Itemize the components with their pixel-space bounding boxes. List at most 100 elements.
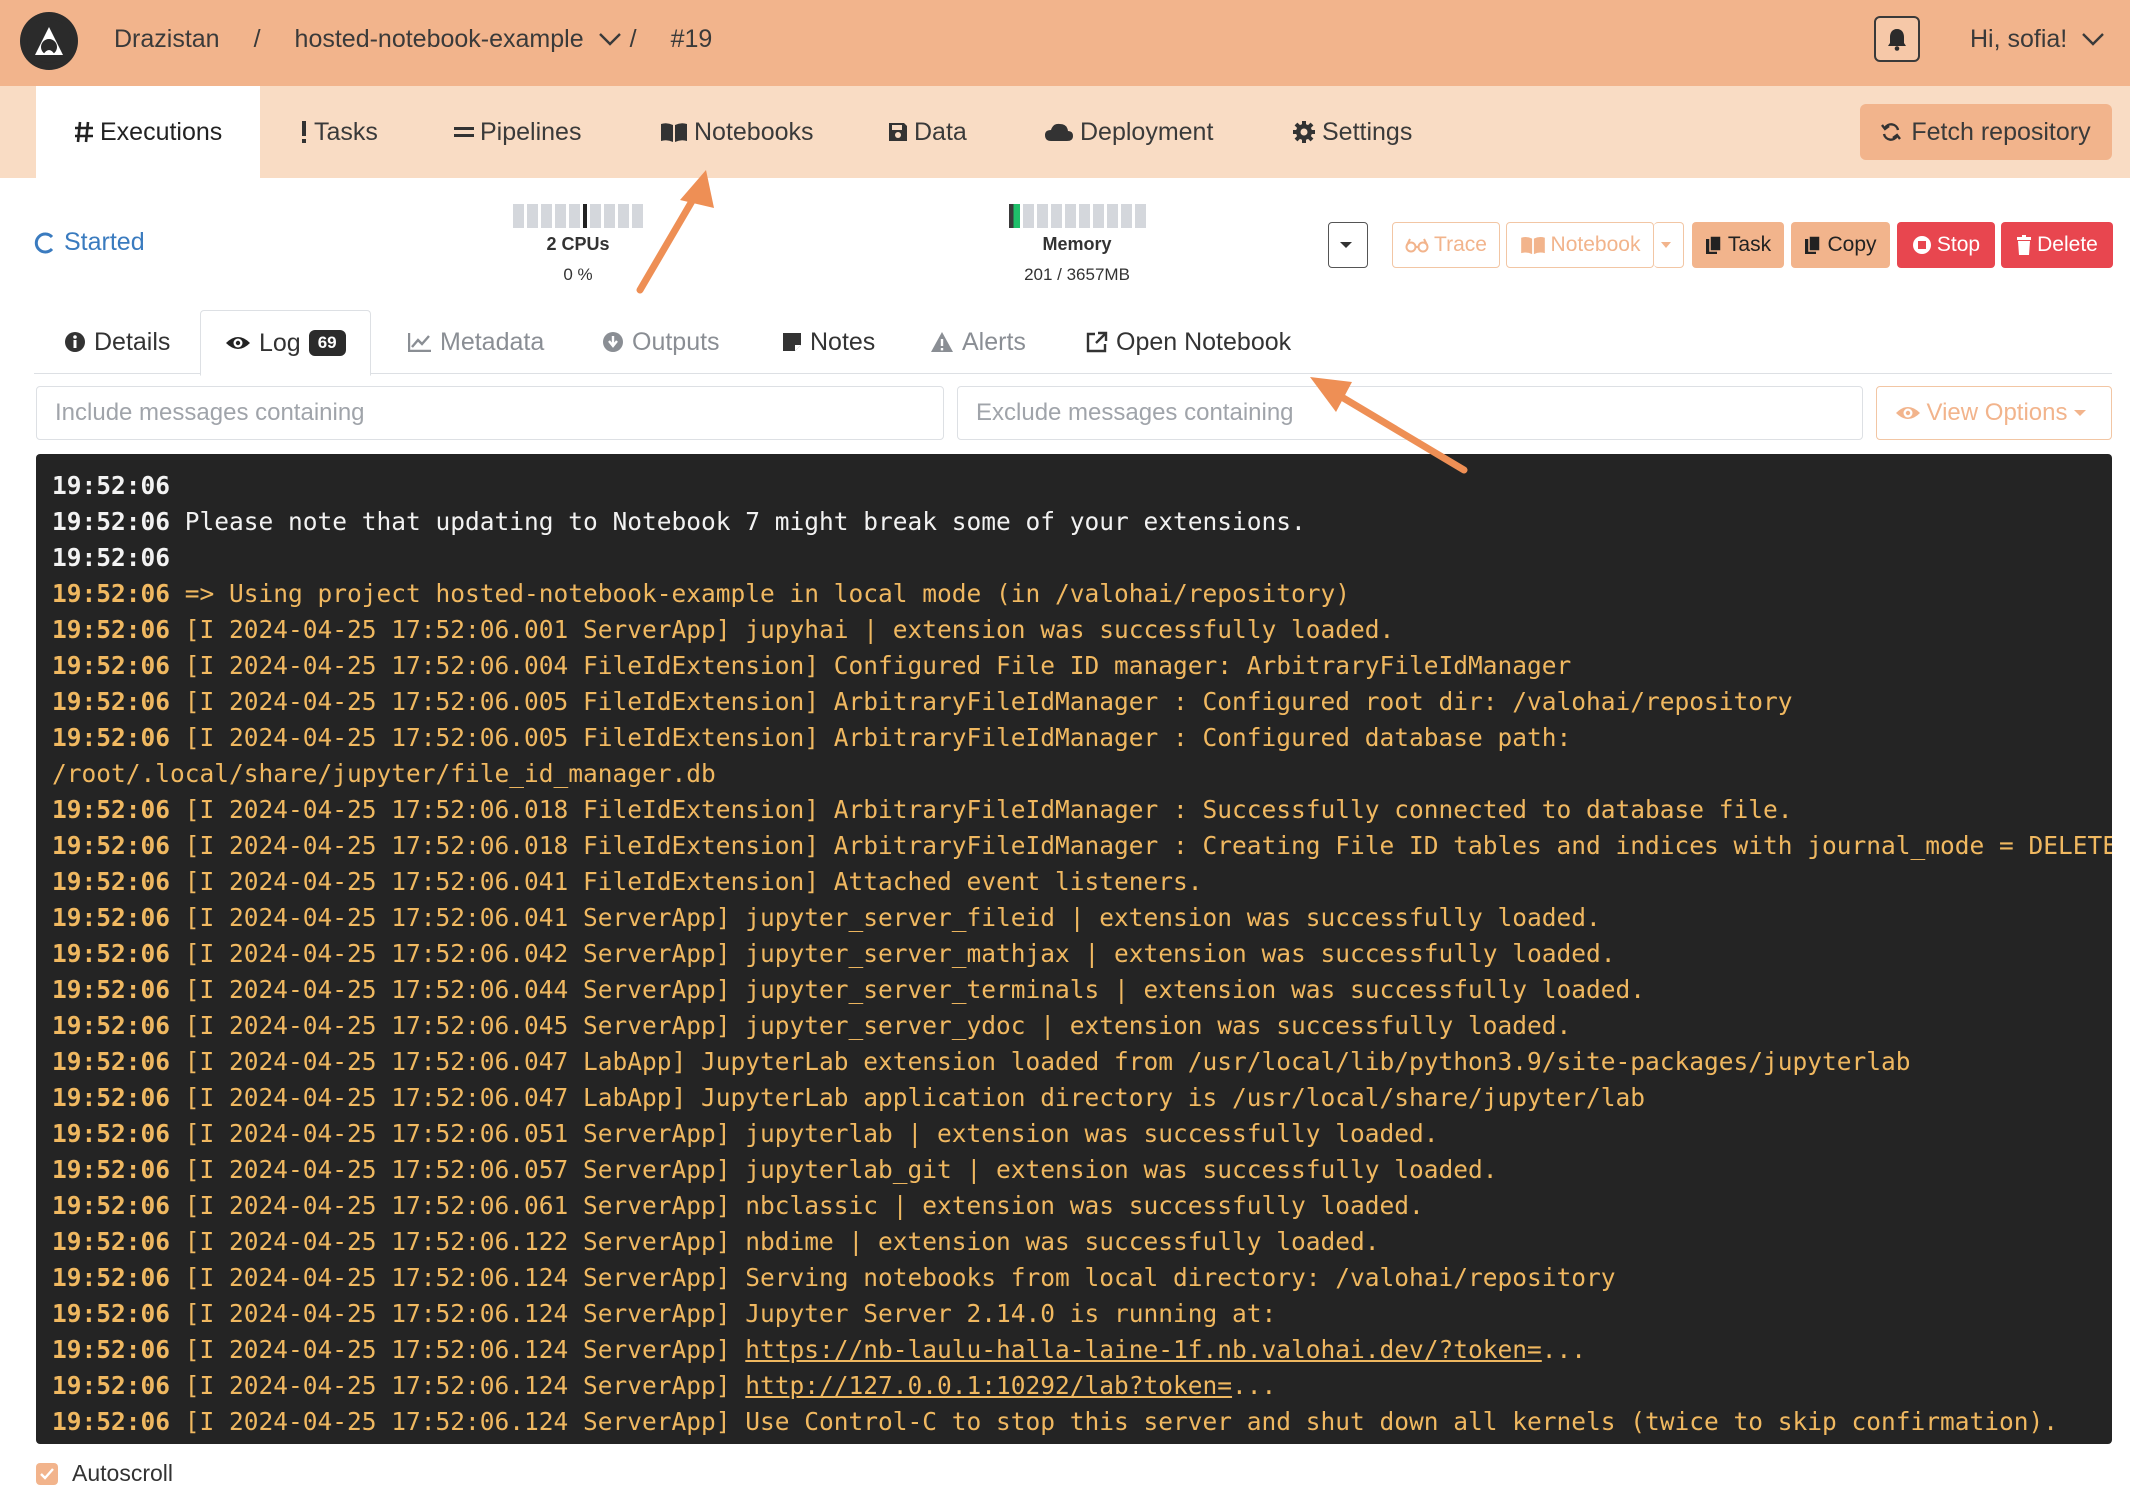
autoscroll-label: Autoscroll [72, 1460, 173, 1486]
nav-tab-settings[interactable]: Settings [1292, 86, 1412, 178]
book-icon [660, 121, 688, 143]
usage-bar-segment [513, 204, 524, 228]
nav-tab-deployment[interactable]: Deployment [1044, 86, 1213, 178]
warning-triangle-icon [931, 332, 953, 352]
memory-meter: Memory 201 / 3657MB [990, 204, 1164, 285]
view-options-button[interactable]: View Options [1876, 386, 2112, 440]
task-label: Task [1727, 233, 1772, 256]
status-text: Started [64, 228, 145, 256]
trace-label: Trace [1434, 233, 1487, 256]
hash-icon [74, 121, 94, 143]
more-actions-dropdown[interactable] [1328, 222, 1368, 268]
log-message: [I 2024-04-25 17:52:06.047 LabApp] Jupyt… [170, 1083, 1646, 1112]
log-line: 19:52:06 [52, 540, 2102, 576]
log-output[interactable]: 19:52:06 19:52:06 Please note that updati… [36, 454, 2112, 1444]
log-timestamp: 19:52:06 [52, 1191, 171, 1220]
app-logo[interactable] [20, 12, 78, 70]
usage-bar-segment [555, 204, 566, 228]
nav-tab-tasks[interactable]: Tasks [300, 86, 378, 178]
delete-button[interactable]: Delete [2001, 222, 2113, 268]
tab-label: Alerts [962, 327, 1026, 356]
log-line: 19:52:06 [I 2024-04-25 17:52:06.001 Serv… [52, 612, 2102, 648]
log-timestamp: 19:52:06 [52, 867, 171, 896]
breadcrumb-project[interactable]: hosted-notebook-example [295, 25, 584, 54]
cloud-icon [1044, 122, 1074, 142]
log-message: [I 2024-04-25 17:52:06.124 ServerApp] Se… [170, 1263, 1616, 1292]
stop-button[interactable]: Stop [1897, 222, 1995, 268]
log-line: 19:52:06 [I 2024-04-25 17:52:06.005 File… [52, 720, 2102, 756]
external-link-icon [1086, 331, 1108, 353]
nav-tab-pipelines[interactable]: Pipelines [454, 86, 581, 178]
usage-bar-segment [527, 204, 538, 228]
tab-open-notebook[interactable]: Open Notebook [1086, 310, 1291, 374]
user-menu[interactable]: Hi, sofia! [1970, 0, 2105, 78]
memory-usage-bars [1008, 204, 1146, 228]
log-line: 19:52:06 [I 2024-04-25 17:52:06.018 File… [52, 792, 2102, 828]
tab-outputs[interactable]: Outputs [602, 310, 720, 374]
tab-label: Outputs [632, 327, 720, 356]
log-message: [I 2024-04-25 17:52:06.061 ServerApp] nb… [170, 1191, 1424, 1220]
breadcrumb-execution[interactable]: #19 [671, 25, 713, 54]
tab-details[interactable]: Details [64, 310, 170, 374]
line-chart-icon [408, 333, 431, 352]
usage-bar-segment [541, 204, 552, 228]
nav-tab-label: Deployment [1080, 117, 1214, 146]
usage-bar-segment [604, 204, 615, 228]
log-line: 19:52:06 [I 2024-04-25 17:52:06.004 File… [52, 648, 2102, 684]
log-link[interactable]: http://127.0.0.1:10292/lab?token= [745, 1371, 1232, 1400]
breadcrumb-org[interactable]: Drazistan [114, 25, 220, 54]
copy-button[interactable]: Copy [1791, 222, 1890, 268]
cpu-meter: 2 CPUs 0 % [492, 204, 664, 285]
log-line: 19:52:06 [I 2024-04-25 17:52:06.042 Serv… [52, 936, 2102, 972]
log-line: 19:52:06 [I 2024-04-25 17:52:06.061 Serv… [52, 1188, 2102, 1224]
tab-label: Notes [810, 327, 876, 356]
log-timestamp: 19:52:06 [52, 1155, 171, 1184]
log-line: 19:52:06 => Using project hosted-noteboo… [52, 576, 2102, 612]
chevron-down-icon[interactable] [598, 25, 622, 54]
stop-circle-icon [1912, 236, 1931, 254]
fetch-repository-label: Fetch repository [1911, 117, 2091, 146]
copy-stack-icon [1705, 235, 1722, 254]
fetch-repository-button[interactable]: Fetch repository [1860, 104, 2112, 160]
breadcrumb-separator: / [629, 24, 637, 53]
execution-status: Started [34, 228, 145, 257]
log-message: [I 2024-04-25 17:52:06.051 ServerApp] ju… [170, 1119, 1439, 1148]
log-message: [I 2024-04-25 17:52:06.041 ServerApp] ju… [170, 903, 1601, 932]
tab-metadata[interactable]: Metadata [408, 310, 544, 374]
gear-icon [1292, 120, 1316, 144]
notifications-button[interactable] [1874, 16, 1920, 62]
nav-tab-data[interactable]: Data [888, 86, 967, 178]
tab-label: Metadata [440, 327, 545, 356]
include-filter-input[interactable]: Include messages containing [36, 386, 944, 440]
caret-down-icon [2074, 410, 2087, 416]
tab-log[interactable]: Log 69 [200, 310, 371, 376]
nav-tab-label: Executions [100, 117, 223, 146]
log-timestamp: 19:52:06 [52, 1263, 171, 1292]
autoscroll-toggle[interactable]: Autoscroll [36, 1460, 173, 1487]
log-message: [I 2024-04-25 17:52:06.042 ServerApp] ju… [170, 939, 1616, 968]
notebook-button[interactable]: Notebook [1506, 222, 1654, 268]
user-greeting: Hi, sofia! [1970, 24, 2068, 53]
nav-tab-executions[interactable]: Executions [36, 86, 261, 178]
nav-tab-notebooks[interactable]: Notebooks [660, 86, 814, 178]
log-link[interactable]: https://nb-laulu-halla-laine-1f.nb.valoh… [745, 1335, 1542, 1364]
log-line: 19:52:06 [52, 468, 2102, 504]
task-button[interactable]: Task [1692, 222, 1784, 268]
tab-alerts[interactable]: Alerts [930, 310, 1026, 374]
notebook-options-dropdown[interactable] [1654, 222, 1684, 268]
refresh-icon [1881, 123, 1902, 141]
log-link-ellipsis: ... [1232, 1371, 1277, 1400]
nav-tab-label: Tasks [314, 117, 378, 146]
checkbox-checked-icon[interactable] [36, 1462, 58, 1485]
memory-value: 201 / 3657MB [1024, 265, 1130, 284]
exclude-filter-input[interactable]: Exclude messages containing [957, 386, 1863, 440]
spinner-icon [34, 232, 54, 253]
usage-bar-segment [569, 204, 580, 228]
log-message: [I 2024-04-25 17:52:06.044 ServerApp] ju… [170, 975, 1646, 1004]
tab-notes[interactable]: Notes [782, 310, 875, 374]
include-filter-placeholder: Include messages containing [55, 399, 365, 426]
cpu-value: 0 % [563, 265, 593, 284]
trace-button[interactable]: Trace [1392, 222, 1500, 268]
usage-bar-segment [632, 204, 643, 228]
nav-tab-label: Pipelines [480, 117, 582, 146]
